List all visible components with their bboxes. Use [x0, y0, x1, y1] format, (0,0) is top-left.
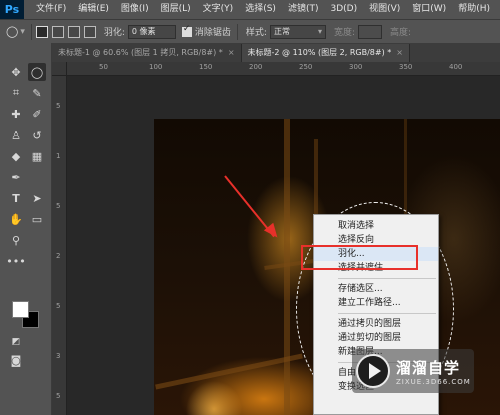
ruler-label: 50 [99, 63, 108, 71]
watermark-subtitle: ZIXUE.3D66.COM [396, 377, 471, 386]
feather-label: 羽化: [103, 28, 125, 38]
path-selection-icon[interactable]: ➤ [28, 189, 46, 207]
gradient-icon[interactable]: ▦ [28, 147, 46, 165]
crop-icon[interactable]: ⌗ [7, 84, 25, 102]
ellipse-marquee-icon[interactable]: ◯ [6, 25, 18, 38]
menu-item-save-selection[interactable]: 存储选区... [314, 282, 438, 296]
menu-3d[interactable]: 3D(D) [324, 0, 363, 19]
menu-divider [338, 278, 436, 279]
menu-image[interactable]: 图像(I) [115, 0, 155, 19]
brush-icon[interactable]: ✐ [28, 105, 46, 123]
style-label: 样式: [245, 28, 267, 38]
width-input [358, 24, 382, 39]
height-label: 高度: [390, 28, 412, 38]
horizontal-ruler: 50 100 150 200 250 300 350 400 [67, 62, 500, 76]
divider [30, 23, 32, 40]
ruler-label: 5 [56, 392, 61, 400]
divider [236, 23, 238, 40]
rectangle-icon[interactable]: ▭ [28, 210, 46, 228]
ruler-label: 150 [199, 63, 213, 71]
clone-stamp-icon[interactable]: ♙ [7, 126, 25, 144]
add-selection-icon[interactable] [51, 25, 64, 38]
menu-file[interactable]: 文件(F) [30, 0, 72, 19]
tab-document-1[interactable]: 未标题-1 @ 60.6% (图层 1 拷贝, RGB/8#) * × [52, 44, 242, 62]
menu-filter[interactable]: 滤镜(T) [282, 0, 325, 19]
subtract-selection-icon[interactable] [67, 25, 80, 38]
document-tabs: 未标题-1 @ 60.6% (图层 1 拷贝, RGB/8#) * × 未标题-2… [52, 43, 500, 62]
intersect-selection-icon[interactable] [83, 25, 96, 38]
menu-type[interactable]: 文字(Y) [197, 0, 240, 19]
hand-icon[interactable]: ✋ [7, 210, 25, 228]
ruler-label: 250 [299, 63, 313, 71]
marquee-icon[interactable]: ◯ [28, 63, 46, 81]
ruler-label: 100 [149, 63, 163, 71]
ruler-label: 2 [56, 252, 61, 260]
tab-title: 未标题-2 @ 110% (图层 2, RGB/8#) * [247, 48, 392, 57]
ruler-label: 400 [449, 63, 463, 71]
menu-layer[interactable]: 图层(L) [155, 0, 197, 19]
ruler-label: 3 [56, 352, 61, 360]
close-icon[interactable]: × [396, 48, 403, 57]
menu-divider [338, 313, 436, 314]
menu-item-deselect[interactable]: 取消选择 [314, 219, 438, 233]
ruler-label: 1 [56, 152, 61, 160]
menu-item-layer-via-copy[interactable]: 通过拷贝的图层 [314, 317, 438, 331]
annotation-highlight-box [301, 245, 418, 270]
feather-input[interactable]: 0 像素 [127, 24, 176, 39]
menu-item-make-work-path[interactable]: 建立工作路径... [314, 296, 438, 310]
watermark-title: 溜溜自学 [396, 358, 461, 377]
tools-panel: ✥ ◯ ⌗ ✎ ✚ ✐ ♙ ↺ ◆ ▦ ✒ T ➤ ✋ ▭ ⚲ ••• ◩ ◙ [0, 43, 52, 415]
menu-window[interactable]: 窗口(W) [406, 0, 452, 19]
building-beam [155, 353, 303, 390]
default-colors-icon[interactable]: ◩ [7, 333, 25, 351]
history-brush-icon[interactable]: ↺ [28, 126, 46, 144]
antialias-label: 消除锯齿 [194, 28, 231, 38]
tab-document-2[interactable]: 未标题-2 @ 110% (图层 2, RGB/8#) * × [241, 44, 410, 62]
play-logo-icon [356, 354, 390, 388]
tab-title: 未标题-1 @ 60.6% (图层 1 拷贝, RGB/8#) * [58, 48, 223, 57]
photoshop-logo: Ps [0, 0, 24, 19]
menu-view[interactable]: 视图(V) [363, 0, 406, 19]
ruler-label: 350 [399, 63, 413, 71]
width-label: 宽度: [333, 28, 355, 38]
menu-bar: Ps 文件(F) 编辑(E) 图像(I) 图层(L) 文字(Y) 选择(S) 滤… [0, 0, 500, 19]
ruler-label: 200 [249, 63, 263, 71]
menu-help[interactable]: 帮助(H) [452, 0, 496, 19]
close-icon[interactable]: × [228, 48, 235, 57]
ruler-label: 300 [349, 63, 363, 71]
watermark-text: 溜溜自学 ZIXUE.3D66.COM [396, 357, 471, 386]
menu-select[interactable]: 选择(S) [239, 0, 282, 19]
ruler-label: 5 [56, 102, 61, 110]
foreground-color-swatch[interactable] [12, 301, 29, 318]
move-icon[interactable]: ✥ [7, 63, 25, 81]
eraser-icon[interactable]: ◆ [7, 147, 25, 165]
type-icon[interactable]: T [7, 189, 25, 207]
options-bar: ◯ ▾ 羽化: 0 像素 消除锯齿 样式: 正常 宽度: 高度: [0, 19, 500, 43]
more-icon[interactable]: ••• [6, 252, 25, 270]
ruler-corner [52, 62, 67, 76]
healing-icon[interactable]: ✚ [7, 105, 25, 123]
ruler-label: 5 [56, 202, 61, 210]
menu-edit[interactable]: 编辑(E) [72, 0, 115, 19]
menu-item-layer-via-cut[interactable]: 通过剪切的图层 [314, 331, 438, 345]
zoom-icon[interactable]: ⚲ [7, 231, 25, 249]
antialias-checkbox[interactable] [181, 24, 192, 37]
new-selection-icon[interactable] [35, 25, 48, 38]
quick-mask-icon[interactable]: ◙ [7, 351, 25, 369]
eyedropper-icon[interactable]: ✎ [28, 84, 46, 102]
pen-icon[interactable]: ✒ [7, 168, 25, 186]
style-select[interactable]: 正常 [269, 24, 326, 39]
vertical-ruler: 5 1 5 2 5 3 5 [52, 62, 67, 415]
ruler-label: 5 [56, 302, 61, 310]
watermark: 溜溜自学 ZIXUE.3D66.COM [352, 349, 474, 393]
chevron-down-icon[interactable]: ▾ [20, 27, 25, 37]
